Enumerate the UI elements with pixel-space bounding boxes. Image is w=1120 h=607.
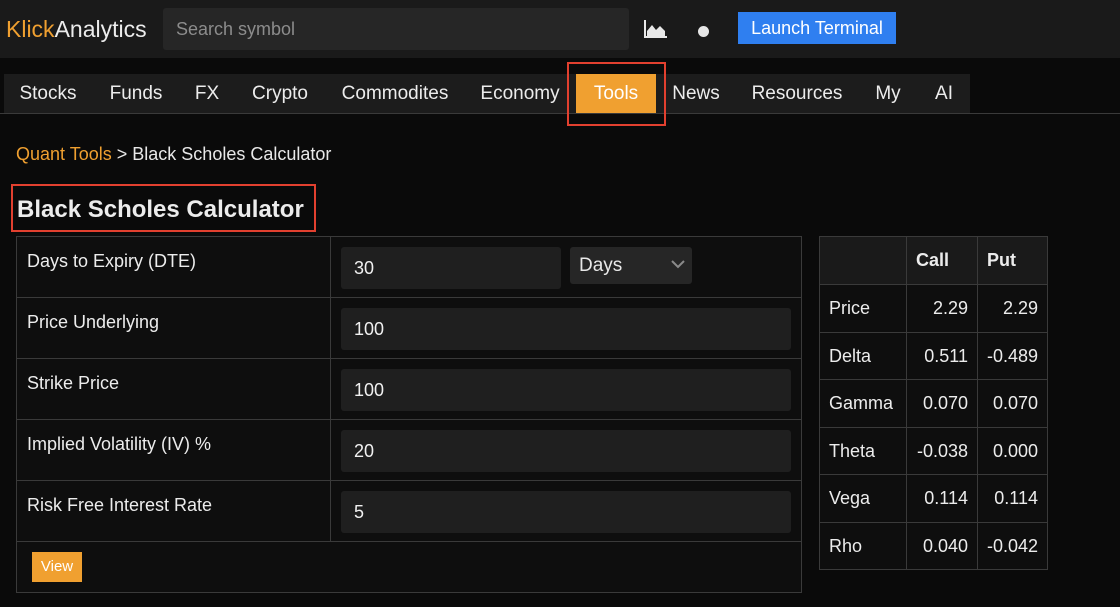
- top-bar: KlickAnalytics Launch Terminal: [0, 0, 1120, 58]
- row-label-vega: Vega: [829, 488, 871, 508]
- table-row: Price 2.29 2.29: [820, 285, 1047, 333]
- risk-free-rate-label: Risk Free Interest Rate: [27, 495, 213, 515]
- nav-item-my[interactable]: My: [858, 74, 918, 113]
- nav-item-ai[interactable]: AI: [918, 74, 970, 113]
- strike-price-input[interactable]: [341, 369, 791, 411]
- put-delta-value: -0.489: [977, 333, 1047, 379]
- header-cell-call: Call: [906, 237, 977, 284]
- area-chart-icon[interactable]: [644, 19, 668, 39]
- row-label-delta: Delta: [829, 346, 872, 366]
- table-row: Rho 0.040 -0.042: [820, 523, 1047, 569]
- table-row: Delta 0.511 -0.489: [820, 333, 1047, 380]
- call-price-value: 2.29: [906, 285, 977, 332]
- risk-free-rate-row: Risk Free Interest Rate: [17, 481, 801, 542]
- logo-analytics: Analytics: [54, 16, 147, 42]
- breadcrumb-current: Black Scholes Calculator: [132, 144, 332, 164]
- call-theta-value: -0.038: [906, 428, 977, 474]
- nav-item-economy[interactable]: Economy: [464, 74, 576, 113]
- breadcrumb-quant-tools-link[interactable]: Quant Tools: [16, 144, 112, 164]
- tools-highlight-box: [567, 62, 666, 126]
- main-nav: Stocks Funds FX Crypto Commodites Econom…: [0, 74, 1120, 114]
- nav-item-stocks[interactable]: Stocks: [4, 74, 92, 113]
- put-theta-value: 0.000: [977, 428, 1047, 474]
- header-cell-empty: [820, 237, 906, 284]
- put-rho-value: -0.042: [977, 523, 1047, 569]
- results-header-row: Call Put: [820, 237, 1047, 285]
- row-label-price: Price: [829, 298, 871, 318]
- calculator-form: Days to Expiry (DTE) Days Price Underlyi…: [16, 236, 802, 593]
- chevron-down-icon: [671, 260, 685, 269]
- search-input[interactable]: [163, 8, 629, 50]
- call-delta-value: 0.511: [906, 333, 977, 379]
- header-cell-put: Put: [977, 237, 1047, 284]
- title-highlight-box: [11, 184, 316, 232]
- put-gamma-value: 0.070: [977, 380, 1047, 427]
- table-row: Theta -0.038 0.000: [820, 428, 1047, 475]
- results-table: Call Put Price 2.29 2.29 Delta 0.511 -0.…: [819, 236, 1048, 570]
- breadcrumb: Quant Tools > Black Scholes Calculator: [16, 143, 331, 165]
- nav-item-funds[interactable]: Funds: [92, 74, 180, 113]
- dte-unit-value: Days: [579, 255, 623, 276]
- risk-free-rate-input[interactable]: [341, 491, 791, 533]
- implied-volatility-label: Implied Volatility (IV) %: [27, 434, 212, 454]
- nav-item-crypto[interactable]: Crypto: [234, 74, 326, 113]
- launch-terminal-button[interactable]: Launch Terminal: [738, 12, 896, 44]
- strike-price-row: Strike Price: [17, 359, 801, 420]
- strike-price-label: Strike Price: [27, 373, 120, 393]
- put-price-value: 2.29: [977, 285, 1047, 332]
- logo[interactable]: KlickAnalytics: [6, 15, 147, 43]
- dte-row: Days to Expiry (DTE) Days: [17, 237, 801, 298]
- implied-volatility-row: Implied Volatility (IV) %: [17, 420, 801, 481]
- price-underlying-input[interactable]: [341, 308, 791, 350]
- row-label-gamma: Gamma: [829, 393, 894, 413]
- call-vega-value: 0.114: [906, 475, 977, 522]
- logo-klick: Klick: [6, 16, 55, 42]
- nav-item-commodites[interactable]: Commodites: [326, 74, 464, 113]
- nav-item-fx[interactable]: FX: [180, 74, 234, 113]
- row-label-theta: Theta: [829, 441, 876, 461]
- call-gamma-value: 0.070: [906, 380, 977, 427]
- put-vega-value: 0.114: [977, 475, 1047, 522]
- view-button[interactable]: View: [32, 552, 82, 582]
- call-rho-value: 0.040: [906, 523, 977, 569]
- nav-item-news[interactable]: News: [656, 74, 736, 113]
- price-underlying-row: Price Underlying: [17, 298, 801, 359]
- dte-input[interactable]: [341, 247, 561, 289]
- table-row: Vega 0.114 0.114: [820, 475, 1047, 523]
- theme-toggle-icon[interactable]: [698, 26, 709, 37]
- dte-unit-select[interactable]: Days: [570, 247, 692, 284]
- breadcrumb-separator: >: [116, 144, 128, 164]
- row-label-rho: Rho: [829, 536, 863, 556]
- table-row: Gamma 0.070 0.070: [820, 380, 1047, 428]
- price-underlying-label: Price Underlying: [27, 312, 160, 332]
- nav-item-resources[interactable]: Resources: [736, 74, 858, 113]
- dte-label: Days to Expiry (DTE): [27, 251, 197, 271]
- implied-volatility-input[interactable]: [341, 430, 791, 472]
